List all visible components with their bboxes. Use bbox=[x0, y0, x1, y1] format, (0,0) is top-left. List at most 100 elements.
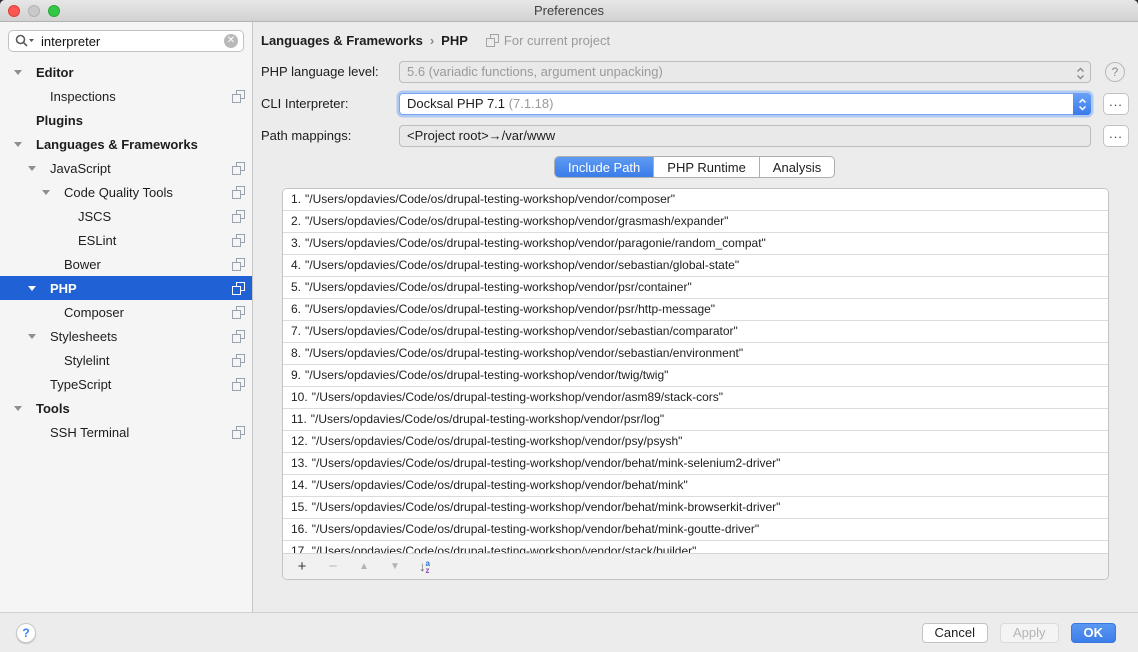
stepper-chevrons-icon[interactable] bbox=[1073, 93, 1091, 115]
sidebar-item-editor[interactable]: Editor bbox=[0, 60, 252, 84]
sidebar-item-jscs[interactable]: JSCS bbox=[0, 204, 252, 228]
include-path-row[interactable]: 7."/Users/opdavies/Code/os/drupal-testin… bbox=[283, 321, 1108, 343]
close-window-button[interactable] bbox=[8, 5, 20, 17]
path-row-number: 11. bbox=[291, 412, 307, 426]
chevron-down-icon[interactable] bbox=[28, 334, 50, 339]
dialog-button-bar: ? Cancel Apply OK bbox=[0, 612, 1138, 652]
include-path-row[interactable]: 12. "/Users/opdavies/Code/os/drupal-testi… bbox=[283, 431, 1108, 453]
move-down-button[interactable]: ▼ bbox=[388, 561, 402, 572]
sidebar-item-javascript[interactable]: JavaScript bbox=[0, 156, 252, 180]
include-path-row[interactable]: 8."/Users/opdavies/Code/os/drupal-testin… bbox=[283, 343, 1108, 365]
chevron-down-icon[interactable] bbox=[28, 166, 50, 171]
sort-alphabetically-button[interactable]: ↓ a z bbox=[419, 559, 430, 574]
project-scope-label: For current project bbox=[504, 33, 610, 48]
chevron-right-icon: › bbox=[430, 33, 434, 48]
breadcrumb-section[interactable]: Languages & Frameworks bbox=[261, 33, 423, 48]
path-row-number: 2. bbox=[291, 214, 301, 228]
tab-php-runtime[interactable]: PHP Runtime bbox=[653, 157, 759, 177]
sidebar-item-label: Code Quality Tools bbox=[64, 185, 173, 200]
path-row-number: 10. bbox=[291, 390, 308, 404]
settings-sidebar: ✕ EditorInspections Plugins Languages & Fr… bbox=[0, 22, 253, 612]
cli-interpreter-label: CLI Interpreter: bbox=[261, 93, 348, 115]
add-path-button[interactable]: + bbox=[295, 558, 309, 575]
sidebar-item-code-quality-tools[interactable]: Code Quality Tools bbox=[0, 180, 252, 204]
sidebar-item-ssh-terminal[interactable]: SSH Terminal bbox=[0, 420, 252, 444]
include-path-row[interactable]: 10. "/Users/opdavies/Code/os/drupal-testi… bbox=[283, 387, 1108, 409]
sidebar-item-label: TypeScript bbox=[50, 377, 111, 392]
clear-search-icon[interactable]: ✕ bbox=[224, 34, 238, 48]
minimize-window-button bbox=[28, 5, 40, 17]
chevron-down-icon[interactable] bbox=[14, 406, 36, 411]
include-path-row[interactable]: 9."/Users/opdavies/Code/os/drupal-testin… bbox=[283, 365, 1108, 387]
include-path-row[interactable]: 15."/Users/opdavies/Code/os/drupal-testi… bbox=[283, 497, 1108, 519]
sidebar-item-stylesheets[interactable]: Stylesheets bbox=[0, 324, 252, 348]
help-button[interactable]: ? bbox=[16, 623, 36, 643]
search-field-wrapper: ✕ bbox=[8, 30, 244, 52]
remove-path-button[interactable]: − bbox=[326, 558, 340, 575]
project-scope: For current project bbox=[486, 33, 610, 48]
include-path-row[interactable]: 3."/Users/opdavies/Code/os/drupal-testin… bbox=[283, 233, 1108, 255]
ok-button[interactable]: OK bbox=[1071, 623, 1117, 643]
project-settings-icon bbox=[232, 378, 245, 391]
path-row-number: 13. bbox=[291, 456, 308, 470]
path-mappings-field[interactable]: <Project root>→/var/www bbox=[399, 125, 1091, 147]
path-row-number: 7. bbox=[291, 324, 301, 338]
path-mappings-value: <Project root>→/var/www bbox=[407, 128, 555, 143]
sidebar-item-php[interactable]: PHP bbox=[0, 276, 252, 300]
tab-analysis[interactable]: Analysis bbox=[759, 157, 834, 177]
include-path-row[interactable]: 17."/Users/opdavies/Code/os/drupal-testi… bbox=[283, 541, 1108, 553]
include-path-row[interactable]: 2."/Users/opdavies/Code/os/drupal-testin… bbox=[283, 211, 1108, 233]
sidebar-item-bower[interactable]: Bower bbox=[0, 252, 252, 276]
sidebar-item-inspections[interactable]: Inspections bbox=[0, 84, 252, 108]
cancel-button[interactable]: Cancel bbox=[922, 623, 988, 643]
cli-interpreter-browse-button[interactable]: ... bbox=[1103, 93, 1129, 115]
cli-interpreter-select[interactable]: Docksal PHP 7.1 (7.1.18) bbox=[399, 93, 1091, 115]
include-path-row[interactable]: 1."/Users/opdavies/Code/os/drupal-testin… bbox=[283, 189, 1108, 211]
project-settings-icon bbox=[232, 234, 245, 247]
php-language-level-select[interactable]: 5.6 (variadic functions, argument unpack… bbox=[399, 61, 1091, 83]
preferences-window: Preferences ✕ EditorInspectionsPl bbox=[0, 0, 1138, 652]
include-path-row[interactable]: 11."/Users/opdavies/Code/os/drupal-testi… bbox=[283, 409, 1108, 431]
path-row-text: "/Users/opdavies/Code/os/drupal-testing-… bbox=[305, 302, 715, 316]
zoom-window-button[interactable] bbox=[48, 5, 60, 17]
chevron-down-icon[interactable] bbox=[14, 70, 36, 75]
path-mappings-browse-button[interactable]: ... bbox=[1103, 125, 1129, 147]
include-path-list: 1."/Users/opdavies/Code/os/drupal-testin… bbox=[283, 189, 1108, 553]
search-input[interactable] bbox=[8, 30, 244, 52]
php-language-level-label: PHP language level: bbox=[261, 61, 379, 83]
sidebar-item-tools[interactable]: Tools bbox=[0, 396, 252, 420]
sidebar-item-plugins[interactable]: Plugins bbox=[0, 108, 252, 132]
apply-button: Apply bbox=[1000, 623, 1059, 643]
help-icon[interactable]: ? bbox=[1105, 62, 1125, 82]
sidebar-item-composer[interactable]: Composer bbox=[0, 300, 252, 324]
path-row-number: 17. bbox=[291, 544, 308, 553]
chevron-down-icon[interactable] bbox=[14, 142, 36, 147]
include-path-row[interactable]: 16."/Users/opdavies/Code/os/drupal-testi… bbox=[283, 519, 1108, 541]
sidebar-item-typescript[interactable]: TypeScript bbox=[0, 372, 252, 396]
php-settings-tabs: Include PathPHP RuntimeAnalysis bbox=[554, 156, 835, 178]
php-language-level-value: 5.6 (variadic functions, argument unpack… bbox=[407, 64, 663, 79]
breadcrumb-page: PHP bbox=[441, 33, 468, 48]
include-path-row[interactable]: 6."/Users/opdavies/Code/os/drupal-testin… bbox=[283, 299, 1108, 321]
include-path-row[interactable]: 5. "/Users/opdavies/Code/os/drupal-testin… bbox=[283, 277, 1108, 299]
sidebar-item-label: Plugins bbox=[36, 113, 83, 128]
path-row-text: "/Users/opdavies/Code/os/drupal-testing-… bbox=[305, 280, 692, 294]
sidebar-item-languages-frameworks[interactable]: Languages & Frameworks bbox=[0, 132, 252, 156]
sidebar-item-eslint[interactable]: ESLint bbox=[0, 228, 252, 252]
chevron-down-icon[interactable] bbox=[42, 190, 64, 195]
move-up-button[interactable]: ▲ bbox=[357, 561, 371, 572]
search-icon bbox=[15, 34, 35, 48]
path-row-number: 5. bbox=[291, 280, 301, 294]
include-path-row[interactable]: 4."/Users/opdavies/Code/os/drupal-testin… bbox=[283, 255, 1108, 277]
include-path-row[interactable]: 14."/Users/opdavies/Code/os/drupal-testi… bbox=[283, 475, 1108, 497]
path-row-number: 12. bbox=[291, 434, 308, 448]
sidebar-item-stylelint[interactable]: Stylelint bbox=[0, 348, 252, 372]
path-row-text: "/Users/opdavies/Code/os/drupal-testing-… bbox=[312, 434, 683, 448]
include-path-row[interactable]: 13."/Users/opdavies/Code/os/drupal-testi… bbox=[283, 453, 1108, 475]
tab-include-path[interactable]: Include Path bbox=[555, 157, 653, 177]
path-row-text: "/Users/opdavies/Code/os/drupal-testing-… bbox=[305, 258, 739, 272]
path-row-number: 14. bbox=[291, 478, 308, 492]
chevron-down-icon[interactable] bbox=[28, 286, 50, 291]
project-settings-icon bbox=[232, 306, 245, 319]
path-row-text: "/Users/opdavies/Code/os/drupal-testing-… bbox=[312, 390, 723, 404]
